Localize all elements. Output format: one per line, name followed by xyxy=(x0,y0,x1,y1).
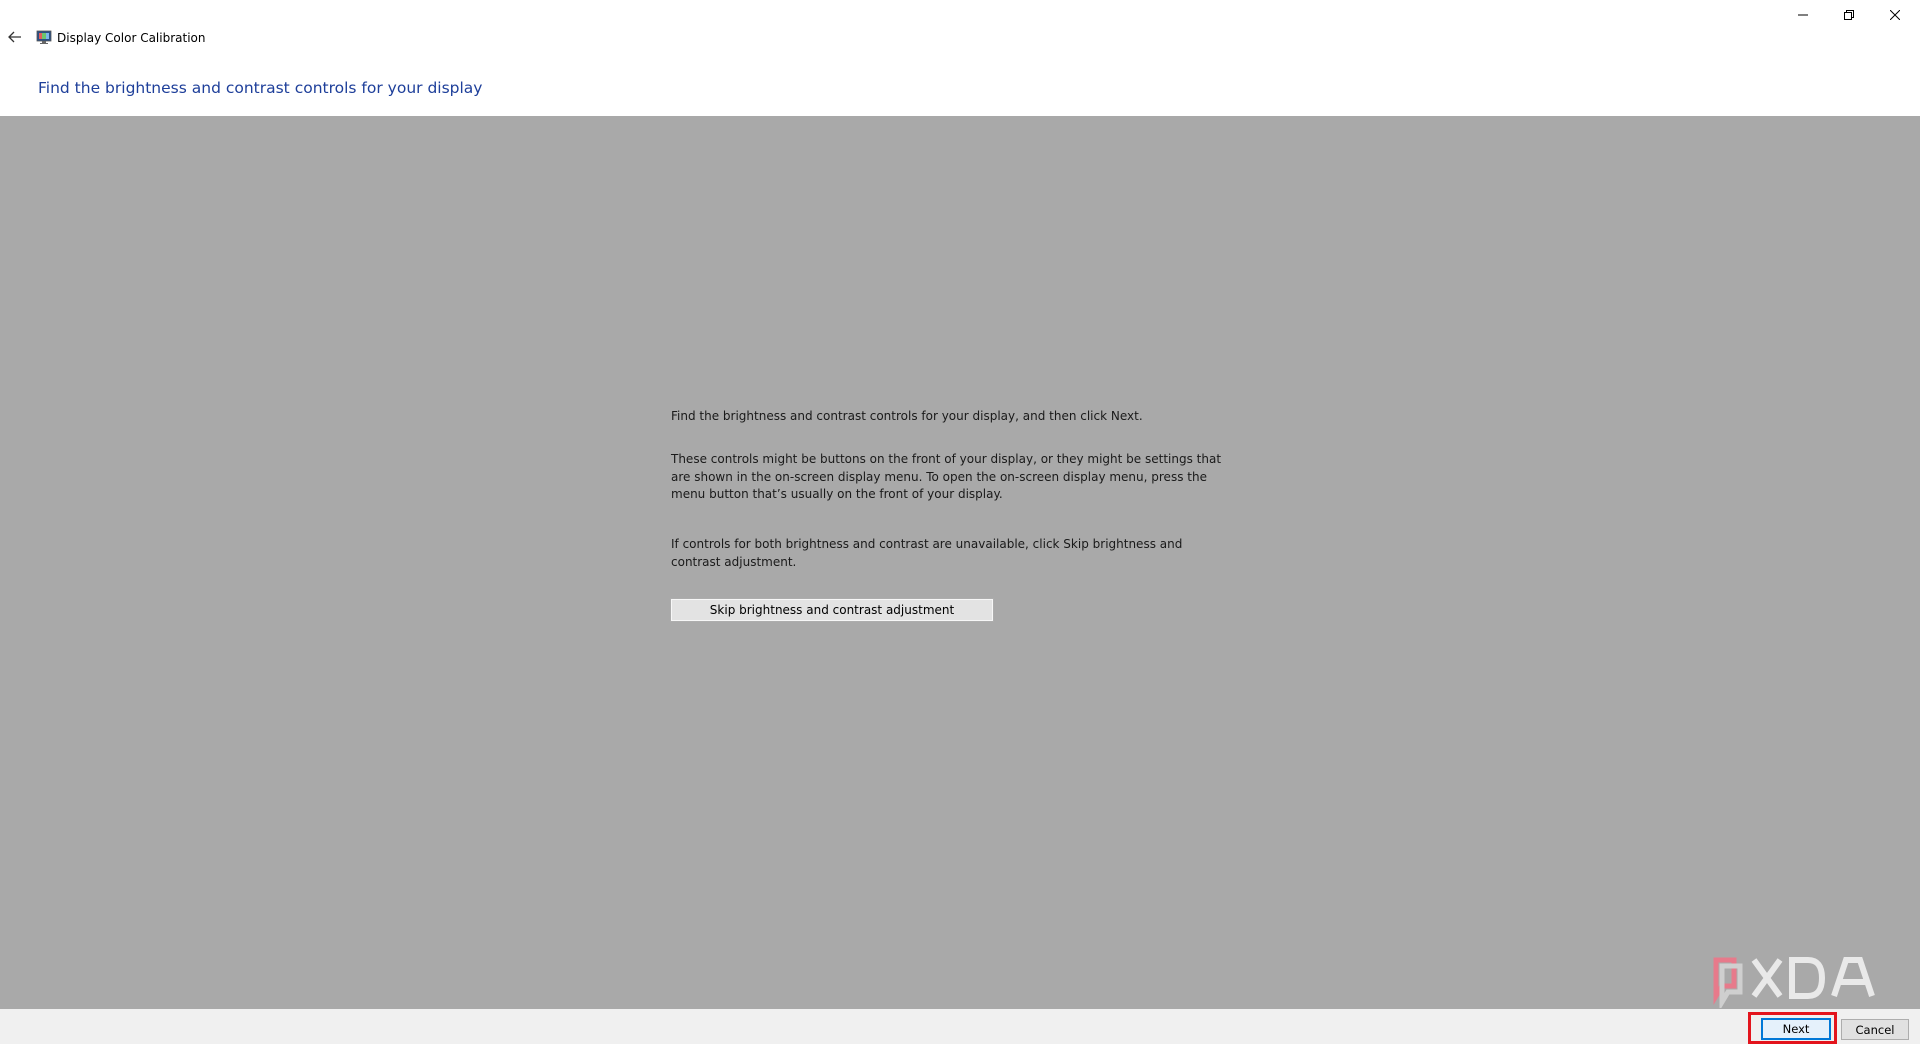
instruction-paragraph-2: These controls might be buttons on the f… xyxy=(671,452,1222,501)
back-button[interactable] xyxy=(4,26,26,48)
instruction-paragraph-1: Find the brightness and contrast control… xyxy=(671,409,1143,423)
title-bar: Display Color Calibration xyxy=(0,0,1920,72)
minimize-icon xyxy=(1798,14,1808,16)
display-color-calibration-window: Display Color Calibration Find the brigh… xyxy=(0,0,1920,1044)
skip-brightness-contrast-button[interactable]: Skip brightness and contrast adjustment xyxy=(670,598,994,622)
cancel-button[interactable]: Cancel xyxy=(1841,1019,1909,1040)
minimize-button[interactable] xyxy=(1780,0,1826,30)
footer-bar xyxy=(0,1009,1920,1044)
xda-watermark-logo xyxy=(1713,957,1875,1008)
close-button[interactable] xyxy=(1872,0,1918,30)
restore-button[interactable] xyxy=(1826,0,1872,30)
display-calibration-icon xyxy=(36,30,52,44)
page-heading: Find the brightness and contrast control… xyxy=(38,79,483,97)
restore-icon xyxy=(1844,10,1854,20)
next-button[interactable]: Next xyxy=(1761,1018,1831,1040)
back-arrow-icon xyxy=(8,31,21,43)
close-icon xyxy=(1890,10,1900,20)
calibration-area: Find the brightness and contrast control… xyxy=(0,116,1920,1009)
instruction-paragraph-3: If controls for both brightness and cont… xyxy=(671,537,1183,569)
window-title: Display Color Calibration xyxy=(57,31,206,45)
